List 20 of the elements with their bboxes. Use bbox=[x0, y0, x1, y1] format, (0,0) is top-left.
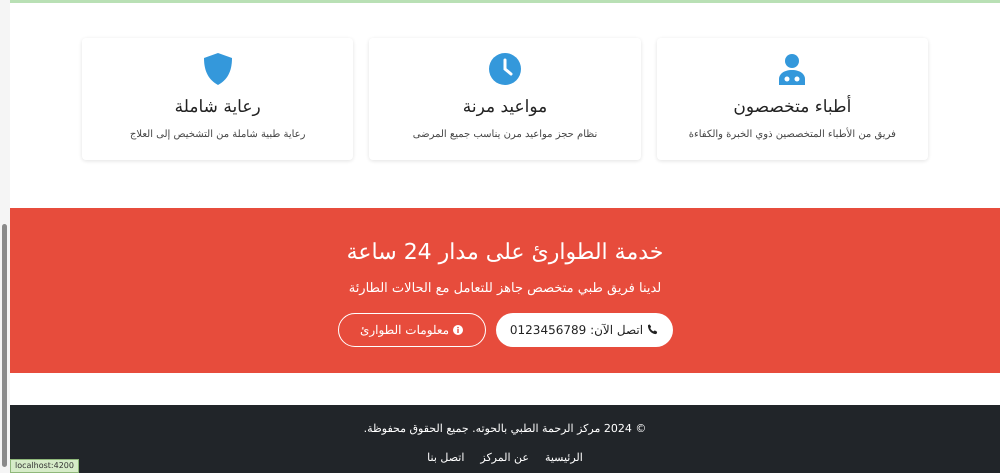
footer-link[interactable]: عن المركز bbox=[480, 450, 529, 466]
call-button[interactable]: اتصل الآن: 0123456789 bbox=[496, 312, 672, 346]
copyright-text: © 2024 مركز الرحمة الطبي بالحوته. جميع الحقوق محفوظة. bbox=[364, 421, 646, 437]
emergency-title: خدمة الطوارئ على مدار 24 ساعة bbox=[346, 239, 664, 267]
info-icon bbox=[453, 324, 464, 334]
card-title: رعاية شاملة bbox=[174, 96, 261, 119]
doctor-icon bbox=[777, 53, 808, 85]
card-title: أطباء متخصصون bbox=[733, 95, 852, 119]
card-text: نظام حجز مواعيد مرن يناسب جميع المرضى bbox=[412, 128, 598, 142]
shield-icon bbox=[202, 53, 233, 85]
info-button[interactable]: معلومات الطوارئ bbox=[338, 312, 486, 346]
card-title: مواعيد مرنة bbox=[462, 96, 548, 119]
footer-link[interactable]: الرئيسية bbox=[544, 450, 583, 466]
card-text: رعاية طبية شاملة من التشخيص إلى العلاج bbox=[130, 128, 306, 142]
status-url: localhost:4200 bbox=[10, 459, 79, 473]
phone-icon bbox=[647, 324, 658, 335]
card-text: فريق من الأطباء المتخصصين ذوي الخبرة والكفاءة bbox=[688, 126, 896, 142]
clock-icon bbox=[489, 53, 522, 85]
footer-link[interactable]: اتصل بنا bbox=[427, 450, 464, 466]
emergency-text: لدينا فريق طبي متخصص جاهز للتعامل مع الحالات الطارئة bbox=[348, 280, 662, 298]
